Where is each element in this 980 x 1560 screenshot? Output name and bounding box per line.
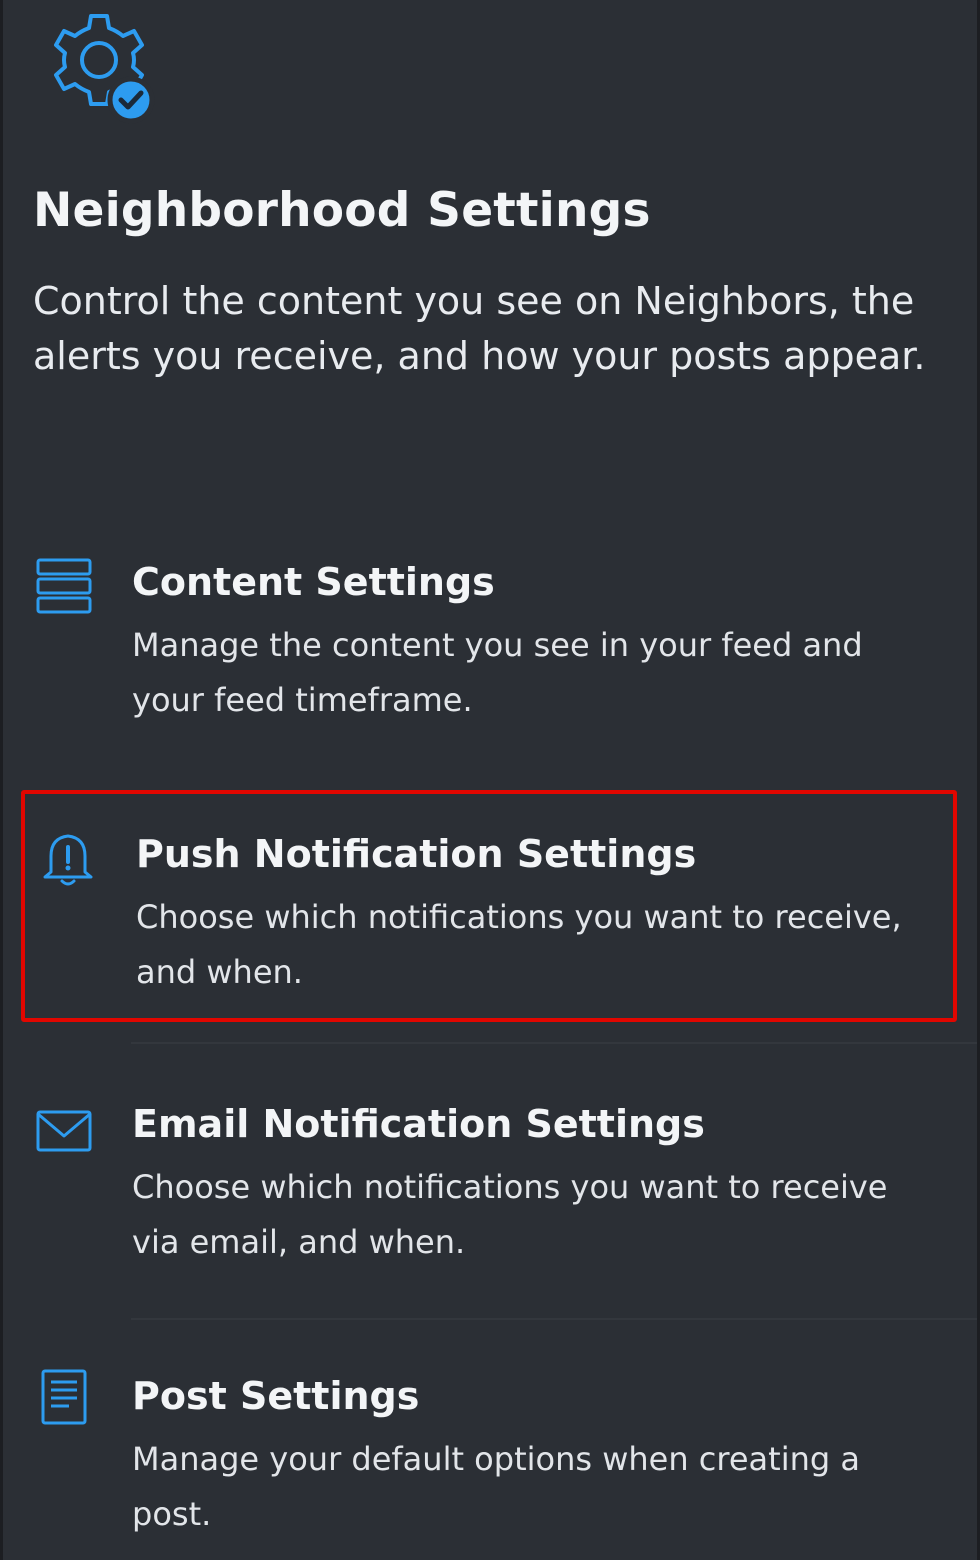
content-settings-description: Manage the content you see in your feed … (132, 626, 863, 719)
post-settings-title: Post Settings (132, 1374, 420, 1418)
bell-alert-icon (43, 834, 93, 886)
list-icon (36, 558, 92, 614)
post-settings-item[interactable]: Post Settings Manage your default option… (21, 1354, 957, 1554)
content-settings-item[interactable]: Content Settings Manage the content you … (21, 540, 957, 750)
email-notification-settings-description: Choose which notifications you want to r… (132, 1168, 888, 1261)
push-notification-settings-item[interactable]: Push Notification Settings Choose which … (21, 790, 957, 1022)
page-title: Neighborhood Settings (33, 183, 651, 238)
post-settings-description: Manage your default options when creatin… (132, 1440, 860, 1533)
push-notification-settings-description: Choose which notifications you want to r… (136, 898, 902, 991)
divider (131, 1042, 977, 1044)
neighborhood-settings-screen: Neighborhood Settings Control the conten… (0, 0, 980, 1560)
gear-check-icon (54, 14, 155, 124)
push-notification-settings-title: Push Notification Settings (136, 832, 697, 876)
email-notification-settings-item[interactable]: Email Notification Settings Choose which… (21, 1082, 957, 1292)
email-notification-settings-title: Email Notification Settings (132, 1102, 705, 1146)
content-settings-title: Content Settings (132, 560, 495, 604)
divider (131, 1318, 977, 1320)
page-description: Control the content you see on Neighbors… (33, 279, 926, 378)
envelope-icon (36, 1110, 92, 1152)
document-icon (41, 1369, 87, 1425)
